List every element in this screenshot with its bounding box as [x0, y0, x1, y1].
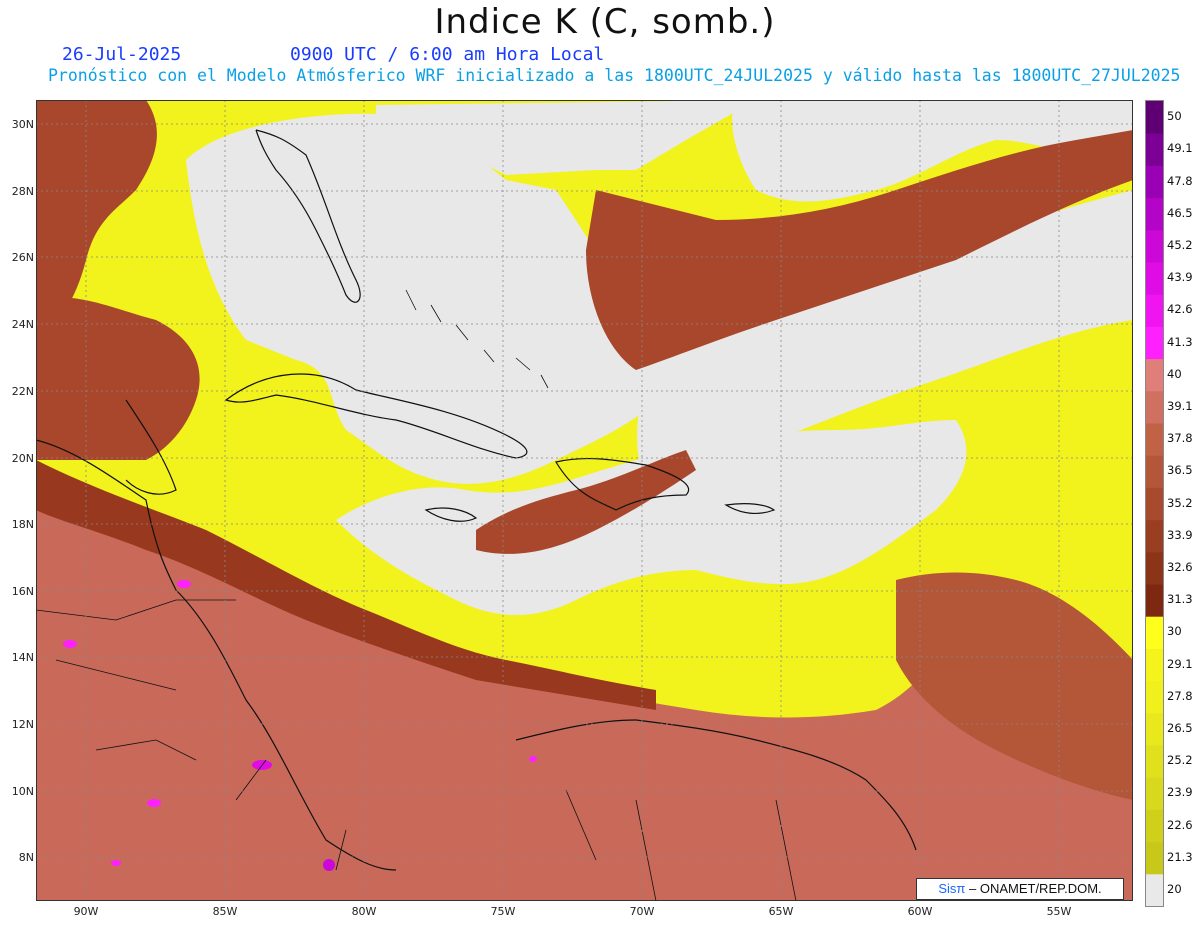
colorbar-swatch: [1146, 294, 1163, 327]
credit-box: Sisπ – ONAMET/REP.DOM.: [916, 878, 1124, 900]
colorbar-tick-label: 30: [1167, 624, 1182, 639]
colorbar-tick-label: 25.2: [1167, 753, 1193, 768]
colorbar-tick-label: 26.5: [1167, 720, 1193, 735]
colorbar-tick-label: 40: [1167, 366, 1182, 381]
colorbar-tick-label: 33.9: [1167, 527, 1193, 542]
colorbar-tick-label: 21.3: [1167, 849, 1193, 864]
colorbar-swatch: [1146, 101, 1163, 134]
model-description: Pronóstico con el Modelo Atmósferico WRF…: [48, 66, 1181, 85]
lon-label-65w: 65W: [768, 905, 794, 918]
colorbar-swatch: [1146, 487, 1163, 521]
colorbar-swatch: [1146, 197, 1163, 231]
colorbar-swatch: [1146, 809, 1163, 843]
lat-label-20n: 20N: [11, 452, 34, 465]
extreme-k-spot: [63, 640, 77, 648]
lat-label-10n: 10N: [11, 785, 34, 798]
extreme-k-spot: [177, 580, 191, 588]
colorbar-tick-label: 46.5: [1167, 205, 1193, 220]
colorbar-tick-label: 50: [1167, 109, 1182, 124]
colorbar-swatch: [1146, 229, 1163, 263]
colorbar-tick-label: 31.3: [1167, 592, 1193, 607]
colorbar-swatch: [1146, 841, 1163, 875]
colorbar-tick-label: 47.8: [1167, 173, 1193, 188]
colorbar-swatch: [1146, 873, 1163, 906]
lat-label-16n: 16N: [11, 585, 34, 598]
colorbar-swatch: [1146, 777, 1163, 810]
colorbar-tick-label: 35.2: [1167, 495, 1193, 510]
colorbar-swatch: [1146, 455, 1163, 488]
colorbar-tick-label: 23.9: [1167, 785, 1193, 800]
credit-text: – ONAMET/REP.DOM.: [965, 881, 1102, 896]
extreme-k-spot: [323, 859, 335, 871]
colorbar-tick-label: 27.8: [1167, 688, 1193, 703]
colorbar-tick-label: 41.3: [1167, 334, 1193, 349]
colorbar-swatch: [1146, 423, 1163, 456]
colorbar-swatch: [1146, 165, 1163, 199]
colorbar-swatch: [1146, 648, 1163, 682]
colorbar-swatch: [1146, 358, 1163, 392]
colorbar-swatch: [1146, 262, 1163, 295]
colorbar-swatch: [1146, 680, 1163, 714]
k-index-map: [36, 100, 1133, 901]
lon-label-55w: 55W: [1046, 905, 1072, 918]
lon-label-75w: 75W: [490, 905, 516, 918]
colorbar-tick-label: 42.6: [1167, 302, 1193, 317]
extreme-k-spot: [147, 799, 161, 807]
colorbar: [1145, 100, 1164, 907]
colorbar-swatch: [1146, 584, 1163, 617]
map-title: Indice K (C, somb.): [434, 2, 776, 42]
colorbar-swatch: [1146, 390, 1163, 424]
colorbar-tick-label: 37.8: [1167, 431, 1193, 446]
colorbar-tick-label: 22.6: [1167, 817, 1193, 832]
colorbar-tick-label: 36.5: [1167, 463, 1193, 478]
lon-label-70w: 70W: [629, 905, 655, 918]
forecast-time: 0900 UTC / 6:00 am Hora Local: [290, 44, 605, 65]
lon-label-90w: 90W: [73, 905, 99, 918]
colorbar-tick-label: 45.2: [1167, 237, 1193, 252]
colorbar-swatch: [1146, 712, 1163, 746]
lat-label-14n: 14N: [11, 651, 34, 664]
lat-label-28n: 28N: [11, 185, 34, 198]
lat-label-18n: 18N: [11, 518, 34, 531]
colorbar-tick-label: 39.1: [1167, 398, 1193, 413]
colorbar-swatch: [1146, 326, 1163, 360]
colorbar-swatch: [1146, 551, 1163, 585]
extreme-k-spot: [111, 860, 121, 866]
colorbar-swatch: [1146, 616, 1163, 649]
colorbar-swatch: [1146, 519, 1163, 553]
lat-label-12n: 12N: [11, 718, 34, 731]
forecast-date: 26-Jul-2025: [62, 44, 182, 65]
colorbar-tick-label: 43.9: [1167, 270, 1193, 285]
colorbar-tick-label: 29.1: [1167, 656, 1193, 671]
colorbar-swatch: [1146, 133, 1163, 166]
colorbar-tick-label: 49.1: [1167, 141, 1193, 156]
lat-label-24n: 24N: [11, 318, 34, 331]
colorbar-swatch: [1146, 745, 1163, 778]
lat-label-22n: 22N: [11, 385, 34, 398]
lat-label-26n: 26N: [11, 251, 34, 264]
colorbar-tick-label: 20: [1167, 881, 1182, 896]
lon-label-85w: 85W: [212, 905, 238, 918]
lat-label-30n: 30N: [11, 118, 34, 131]
lon-label-80w: 80W: [351, 905, 377, 918]
lat-label-8n: 8N: [18, 851, 34, 864]
colorbar-tick-label: 32.6: [1167, 559, 1193, 574]
extreme-k-spot: [529, 756, 537, 762]
lon-label-60w: 60W: [907, 905, 933, 918]
sispi-logo: Sis: [938, 881, 957, 896]
